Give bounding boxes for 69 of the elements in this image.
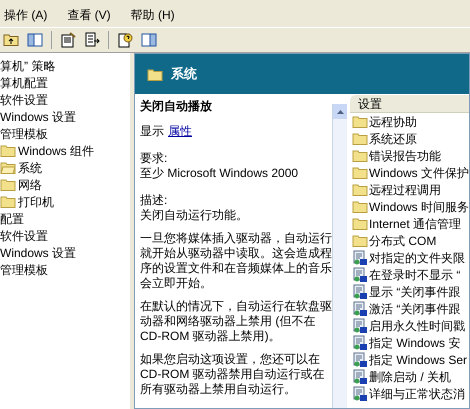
scrollbar[interactable] xyxy=(332,104,347,408)
folder-icon xyxy=(0,144,16,157)
tree-item[interactable]: 打印机 xyxy=(18,192,54,210)
description-paragraph: 在默认的情况下，自动运行在软盘驱动器和网络驱动器上禁用 (但不在 CD-ROM 驱动器上禁用)。 xyxy=(140,299,332,344)
folder-icon xyxy=(352,115,368,128)
setting-item[interactable]: 指定 Windows 安 xyxy=(369,334,460,352)
tree-item[interactable]: 网络 xyxy=(18,176,42,194)
description-paragraph: 关闭自动运行功能。 xyxy=(140,208,249,223)
tree-item[interactable]: Windows 设置 xyxy=(0,244,76,262)
folder-icon xyxy=(352,166,368,179)
requirements-label: 要求: xyxy=(140,151,168,166)
setting-item[interactable]: 指定 Windows Ser xyxy=(369,350,468,368)
tree-item[interactable]: Windows 设置 xyxy=(0,108,76,126)
policy-icon xyxy=(352,334,368,350)
tree-item[interactable]: 管理模板 xyxy=(0,260,48,278)
setting-item[interactable]: 错误报告功能 xyxy=(369,146,441,164)
folder-icon xyxy=(147,68,163,80)
folder-icon xyxy=(352,234,368,247)
description-paragraph: 一旦您将媒体插入驱动器，自动运行就开始从驱动器中读取。这会造成程序的设置文件和在音频媒体上的音乐会立即开始。 xyxy=(140,231,332,291)
policy-icon xyxy=(352,352,368,368)
setting-item[interactable]: 启用永久性时间戳 xyxy=(369,316,465,334)
menu-item[interactable]: 操作 (A) xyxy=(4,6,48,24)
tree-item[interactable]: Windows 组件 xyxy=(18,142,94,160)
tree-item[interactable]: 软件设置 xyxy=(0,90,48,108)
tree-item[interactable]: 算机配置 xyxy=(0,74,48,92)
show-label: 显示 xyxy=(140,124,164,139)
policy-icon xyxy=(352,386,368,402)
setting-item[interactable]: 远程过程调用 xyxy=(369,180,441,198)
folder-icon xyxy=(352,200,368,213)
setting-item[interactable]: 激活 “关闭事件跟 xyxy=(369,300,460,318)
folder-icon xyxy=(352,217,368,230)
requirements-text: 至少 Microsoft Windows 2000 xyxy=(140,166,300,181)
tree-item[interactable]: 系统 xyxy=(18,158,42,176)
tree-item[interactable]: 软件设置 xyxy=(0,226,48,244)
description-label: 描述: xyxy=(140,193,168,208)
tree-item[interactable]: 配置 xyxy=(0,210,24,228)
column-header[interactable]: 设置 xyxy=(350,95,469,113)
folder-icon xyxy=(352,149,368,162)
scroll-up-icon[interactable] xyxy=(333,104,347,119)
setting-item[interactable]: 分布式 COM xyxy=(369,232,436,250)
folder-icon xyxy=(0,178,16,191)
setting-item[interactable]: 对指定的文件夹限 xyxy=(369,248,465,266)
open-folder-icon xyxy=(0,161,16,174)
setting-item[interactable]: Windows 时间服务 xyxy=(369,198,469,216)
description-paragraph: 如果您启动这项设置，您还可以在 CD-ROM 驱动器禁用自动运行或在所有驱动器上禁用自动运行。 xyxy=(140,352,326,397)
policy-icon xyxy=(352,284,368,300)
setting-item[interactable]: 远程协助 xyxy=(369,112,417,130)
menu-item[interactable]: 查看 (V) xyxy=(67,6,111,24)
header-title: 系统 xyxy=(171,65,197,84)
tree-item[interactable]: 管理模板 xyxy=(0,124,48,142)
folder-icon xyxy=(352,132,368,145)
policy-icon xyxy=(352,318,368,334)
policy-icon xyxy=(352,250,368,266)
tree-item[interactable]: 算机” 策略 xyxy=(0,56,56,74)
setting-item[interactable]: Internet 通信管理 xyxy=(369,214,462,232)
properties-link[interactable]: 属性 xyxy=(168,124,192,139)
setting-item[interactable]: 详细与正常状态消 xyxy=(369,384,465,402)
setting-item[interactable]: 在登录时不显示 “ xyxy=(369,266,460,284)
policy-icon xyxy=(352,266,368,282)
policy-icon xyxy=(352,300,368,316)
setting-item[interactable]: 删除启动 / 关机 xyxy=(369,368,452,386)
menu-item[interactable]: 帮助 (H) xyxy=(130,6,175,24)
policy-icon xyxy=(352,368,368,384)
folder-icon xyxy=(352,183,368,196)
policy-title: 关闭自动播放 xyxy=(140,99,213,114)
setting-item[interactable]: 显示 “关闭事件跟 xyxy=(369,282,460,300)
setting-item[interactable]: Windows 文件保护 xyxy=(369,164,469,182)
folder-icon xyxy=(0,195,16,208)
setting-item[interactable]: 系统还原 xyxy=(369,130,417,148)
